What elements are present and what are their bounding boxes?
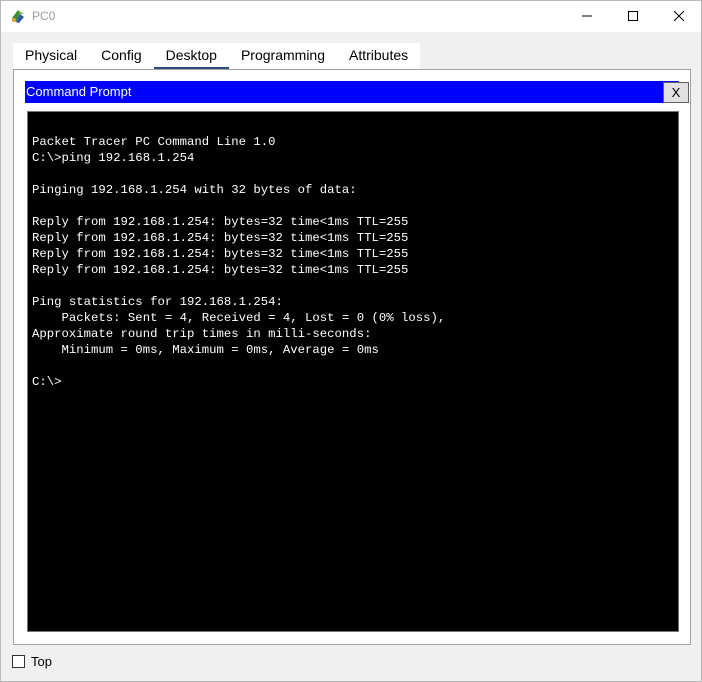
minimize-icon <box>582 15 592 17</box>
terminal-output[interactable]: Packet Tracer PC Command Line 1.0 C:\>pi… <box>27 111 679 632</box>
top-checkbox[interactable] <box>12 654 25 668</box>
desktop-panel: Command Prompt X Packet Tracer PC Comman… <box>13 69 691 645</box>
maximize-button[interactable] <box>610 1 656 31</box>
tab-desktop[interactable]: Desktop <box>153 43 230 70</box>
app-window: PC0 Physical Config Desktop Programming … <box>0 0 702 682</box>
tab-physical[interactable]: Physical <box>13 43 90 69</box>
terminal-line: C:\>ping 192.168.1.254 <box>32 151 195 165</box>
terminal-line: Reply from 192.168.1.254: bytes=32 time<… <box>32 263 409 277</box>
close-icon <box>674 11 684 21</box>
terminal-line: Reply from 192.168.1.254: bytes=32 time<… <box>32 215 409 229</box>
terminal-line: Pinging 192.168.1.254 with 32 bytes of d… <box>32 183 357 197</box>
terminal-line: Approximate round trip times in milli-se… <box>32 327 372 341</box>
maximize-icon <box>628 11 638 21</box>
terminal-line: Packet Tracer PC Command Line 1.0 <box>32 135 276 149</box>
terminal-line: Reply from 192.168.1.254: bytes=32 time<… <box>32 231 409 245</box>
tab-programming[interactable]: Programming <box>228 43 337 69</box>
tab-attributes[interactable]: Attributes <box>337 43 421 69</box>
title-bar[interactable]: PC0 <box>1 1 701 32</box>
tab-bar: Physical Config Desktop Programming Attr… <box>13 43 421 70</box>
terminal-prompt-line: C:\> <box>32 375 62 389</box>
terminal-line: Ping statistics for 192.168.1.254: <box>32 295 283 309</box>
minimize-button[interactable] <box>564 1 610 31</box>
terminal-line: Minimum = 0ms, Maximum = 0ms, Average = … <box>32 343 379 357</box>
command-prompt-title: Command Prompt <box>26 84 132 99</box>
terminal-line: Packets: Sent = 4, Received = 4, Lost = … <box>32 311 446 325</box>
tab-config[interactable]: Config <box>89 43 154 69</box>
close-button[interactable] <box>656 1 702 31</box>
packet-tracer-pc-icon <box>10 8 26 24</box>
window-title: PC0 <box>32 9 56 23</box>
top-checkbox-label: Top <box>31 653 52 669</box>
top-checkbox-row[interactable]: Top <box>12 653 52 669</box>
terminal-line: Reply from 192.168.1.254: bytes=32 time<… <box>32 247 409 261</box>
command-prompt-close-button[interactable]: X <box>663 82 689 103</box>
command-prompt-header: Command Prompt X <box>25 81 689 103</box>
